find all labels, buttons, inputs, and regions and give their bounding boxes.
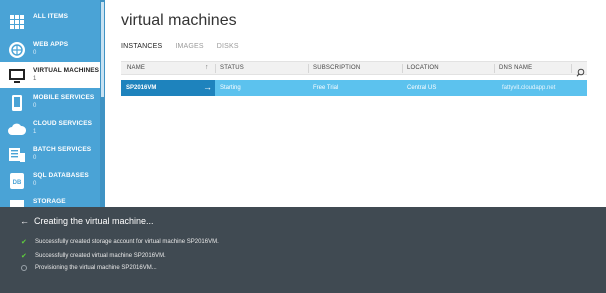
tab-disks[interactable]: DISKS	[217, 43, 239, 50]
notification-message: ✔ Successfully created virtual machine S…	[21, 252, 166, 260]
scrollbar-thumb[interactable]	[101, 2, 104, 97]
notification-message-text: Successfully created storage account for…	[35, 239, 219, 245]
column-header-name[interactable]: NAME	[127, 65, 145, 71]
tab-instances[interactable]: INSTANCES	[121, 43, 162, 50]
arrow-right-icon[interactable]: →	[203, 82, 212, 92]
grid-icon	[6, 12, 28, 32]
table-header: NAME ↑ STATUS SUBSCRIPTION LOCATION DNS …	[121, 61, 587, 77]
sidebar-item-count: 0	[33, 181, 37, 187]
sidebar-item-label: BATCH SERVICES	[33, 146, 92, 153]
vm-name[interactable]: SP2016VM	[126, 85, 156, 91]
vm-subscription: Free Trial	[313, 85, 339, 91]
globe-icon	[6, 40, 28, 60]
sidebar-item-count: 1	[33, 76, 37, 82]
notification-panel: ← Creating the virtual machine... ✔ Succ…	[0, 207, 606, 293]
checkmark-icon: ✔	[21, 239, 27, 246]
sidebar-item-virtual-machines[interactable]: VIRTUAL MACHINES 1	[0, 62, 103, 88]
column-header-status[interactable]: STATUS	[220, 65, 244, 71]
notification-message: ✔ Successfully created storage account f…	[21, 238, 219, 246]
sidebar: ALL ITEMS WEB APPS 0 VIRTUAL MACHINES 1 MO…	[0, 0, 105, 207]
monitor-icon	[6, 66, 28, 86]
checkmark-icon: ✔	[21, 253, 27, 260]
notification-message-text: Successfully created virtual machine SP2…	[35, 253, 166, 259]
sidebar-item-storage[interactable]: STORAGE	[0, 193, 100, 207]
name-cell[interactable]: SP2016VM →	[121, 80, 215, 96]
table-row[interactable]: SP2016VM → Starting Free Trial Central U…	[121, 80, 587, 96]
svg-text:DB: DB	[13, 180, 22, 186]
sidebar-item-count: 1	[33, 129, 37, 135]
storage-icon	[6, 197, 28, 207]
batch-icon	[6, 145, 28, 165]
column-divider	[402, 64, 403, 73]
sidebar-item-label: MOBILE SERVICES	[33, 94, 95, 101]
column-divider	[494, 64, 495, 73]
column-header-subscription[interactable]: SUBSCRIPTION	[313, 65, 360, 71]
sidebar-item-label: WEB APPS	[33, 41, 69, 48]
notification-title: Creating the virtual machine...	[34, 216, 154, 226]
sidebar-item-batch-services[interactable]: BATCH SERVICES 0	[0, 141, 100, 167]
back-arrow-icon[interactable]: ←	[20, 216, 29, 226]
column-header-dns-name[interactable]: DNS NAME	[499, 65, 532, 71]
phone-icon	[6, 93, 28, 113]
sidebar-item-label: STORAGE	[33, 198, 66, 205]
sidebar-item-all-items[interactable]: ALL ITEMS	[0, 8, 100, 34]
sidebar-item-count: 0	[33, 155, 37, 161]
vm-status: Starting	[220, 85, 241, 91]
sidebar-item-count: 0	[33, 50, 37, 56]
sidebar-item-label: SQL DATABASES	[33, 172, 89, 179]
tab-images[interactable]: IMAGES	[175, 43, 203, 50]
cloud-icon	[6, 119, 28, 139]
sidebar-item-label: VIRTUAL MACHINES	[33, 67, 100, 74]
page-title: virtual machines	[121, 12, 237, 29]
sidebar-item-cloud-services[interactable]: CLOUD SERVICES 1	[0, 115, 100, 141]
column-divider	[571, 64, 572, 73]
notification-message-text: Provisioning the virtual machine SP2016V…	[35, 265, 157, 271]
vm-dns-name[interactable]: fattyvit.cloudapp.net	[502, 85, 555, 91]
database-icon: DB	[6, 171, 28, 191]
notification-message: Provisioning the virtual machine SP2016V…	[21, 265, 157, 271]
sidebar-scrollbar[interactable]	[100, 0, 105, 207]
tab-bar: INSTANCES IMAGES DISKS	[121, 43, 252, 50]
progress-ring-icon	[21, 265, 30, 271]
sidebar-item-label: ALL ITEMS	[33, 13, 69, 20]
sidebar-item-count: 0	[33, 103, 37, 109]
sidebar-item-mobile-services[interactable]: MOBILE SERVICES 0	[0, 89, 100, 115]
sort-arrow-icon[interactable]: ↑	[205, 64, 209, 71]
sidebar-item-web-apps[interactable]: WEB APPS 0	[0, 36, 100, 62]
sidebar-item-label: CLOUD SERVICES	[33, 120, 93, 127]
column-header-location[interactable]: LOCATION	[407, 65, 439, 71]
column-divider	[308, 64, 309, 73]
column-divider	[215, 64, 216, 73]
vm-location: Central US	[407, 85, 437, 91]
sidebar-item-sql-databases[interactable]: DB SQL DATABASES 0	[0, 167, 100, 193]
